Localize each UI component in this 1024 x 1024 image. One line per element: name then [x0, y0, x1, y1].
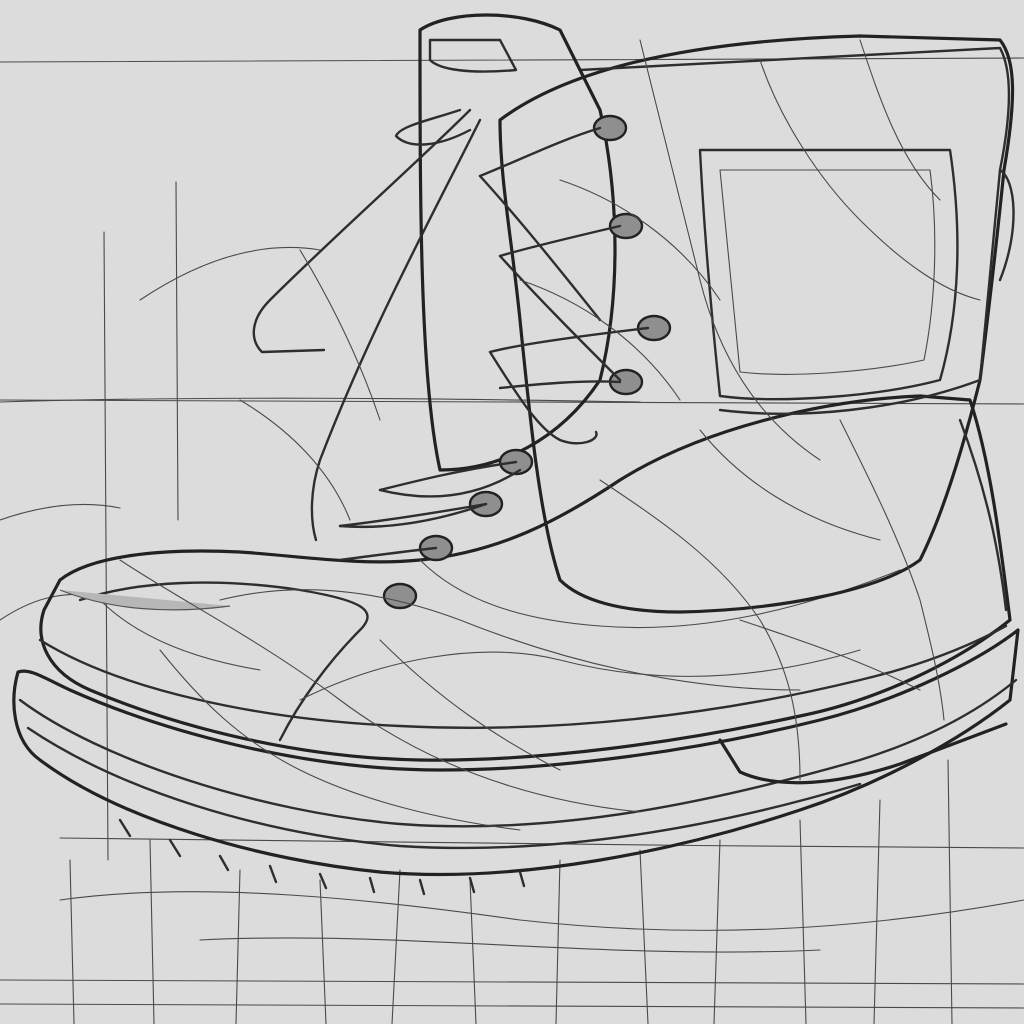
boot-illustration: [0, 0, 1024, 1024]
